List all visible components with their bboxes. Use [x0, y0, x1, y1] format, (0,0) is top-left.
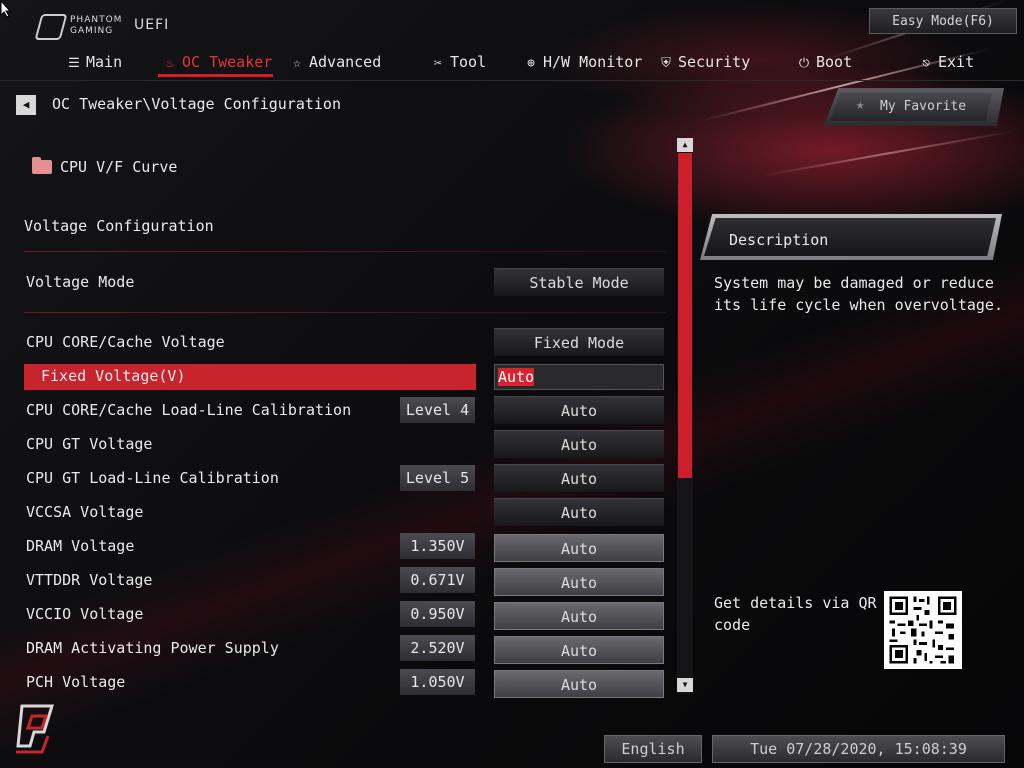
language-button[interactable]: English	[604, 735, 702, 763]
light-streak	[759, 129, 1017, 177]
arrow-up-icon: ▲	[682, 140, 688, 149]
description-text: System may be damaged or reduce its life…	[714, 274, 1003, 314]
setting-label[interactable]: VTTDDR Voltage	[26, 571, 152, 589]
dram-voltage-select[interactable]: Auto	[494, 534, 664, 562]
setting-label[interactable]: DRAM Activating Power Supply	[26, 639, 279, 657]
cpu-gt-llc-select[interactable]: Auto	[494, 464, 664, 492]
vccsa-voltage-select[interactable]: Auto	[494, 498, 664, 526]
pch-voltage-select[interactable]: Auto	[494, 670, 664, 698]
scrollbar-thumb[interactable]	[678, 153, 692, 478]
current-value: 0.950V	[400, 601, 475, 627]
tab-label: Boot	[816, 53, 853, 71]
breadcrumb: OC Tweaker\Voltage Configuration	[52, 95, 341, 113]
description-title: Description	[729, 231, 829, 249]
list-icon: ☰	[68, 56, 80, 71]
tab-oc-tweaker[interactable]: ♨ OC Tweaker	[162, 48, 272, 76]
brand-logo: PHANTOM GAMING UEFI	[34, 12, 170, 40]
tab-boot[interactable]: ⏻ Boot	[796, 48, 852, 76]
current-value: 2.520V	[400, 635, 475, 661]
fixed-voltage-input[interactable]: Auto	[494, 364, 664, 390]
tab-advanced[interactable]: ☆ Advanced	[289, 48, 381, 76]
qr-caption: Get details via QR code	[714, 594, 877, 634]
tab-security[interactable]: ⛨ Security	[658, 48, 750, 76]
arrow-down-icon: ▼	[682, 680, 688, 689]
setting-label-voltage-mode: Voltage Mode	[26, 273, 135, 291]
tab-label: Tool	[450, 53, 487, 71]
tab-hw-monitor[interactable]: ⊕ H/W Monitor	[523, 48, 642, 76]
setting-label[interactable]: CPU GT Load-Line Calibration	[26, 469, 279, 487]
easy-mode-button[interactable]: Easy Mode(F6)	[869, 8, 1017, 34]
brand-logo-icon	[16, 704, 55, 754]
current-value: 1.050V	[400, 669, 475, 695]
tab-label: Main	[86, 53, 123, 71]
tab-label: Advanced	[309, 53, 382, 71]
tab-exit[interactable]: ⎋ Exit	[918, 48, 974, 76]
setting-label[interactable]: VCCIO Voltage	[26, 605, 143, 623]
fixed-voltage-value: Auto	[498, 368, 535, 386]
tools-icon: ✂	[434, 56, 442, 71]
cpu-core-voltage-select[interactable]: Fixed Mode	[494, 328, 664, 356]
current-value: 1.350V	[400, 533, 475, 559]
main-nav: ☰ Main ♨ OC Tweaker ☆ Advanced ✂ Tool ⊕ H/W M…	[0, 48, 1024, 78]
vccio-voltage-select[interactable]: Auto	[494, 602, 664, 630]
folder-icon	[32, 157, 52, 174]
tab-label: H/W Monitor	[543, 53, 643, 71]
qr-code-image	[884, 591, 962, 669]
setting-label[interactable]: DRAM Voltage	[26, 537, 134, 555]
scroll-up-button[interactable]: ▲	[677, 138, 693, 152]
cpu-llc-select[interactable]: Auto	[494, 396, 664, 424]
tab-label: OC Tweaker	[182, 53, 273, 71]
submenu-cpu-vf-curve[interactable]: CPU V/F Curve	[60, 158, 177, 176]
section-title: Voltage Configuration	[24, 217, 214, 235]
datetime-display[interactable]: Tue 07/28/2020, 15:08:39	[712, 735, 1005, 763]
my-favorite-label: My Favorite	[880, 99, 967, 114]
tab-tool[interactable]: ✂ Tool	[430, 48, 486, 76]
current-value: Level 5	[400, 465, 475, 491]
setting-label[interactable]: CPU GT Voltage	[26, 435, 152, 453]
my-favorite-button[interactable]: ★ My Favorite	[824, 88, 1004, 126]
vttddr-voltage-select[interactable]: Auto	[494, 568, 664, 596]
shield-icon: ⛨	[661, 56, 671, 71]
power-icon: ⏻	[798, 56, 810, 71]
tab-label: Security	[678, 53, 751, 71]
cpu-gt-voltage-select[interactable]: Auto	[494, 430, 664, 458]
star-icon: ★	[856, 97, 865, 113]
setting-label[interactable]: Fixed Voltage(V)	[41, 367, 186, 385]
logo-text-phantom: PHANTOM	[70, 15, 123, 25]
scroll-down-button[interactable]: ▼	[677, 678, 693, 692]
back-arrow-icon: ◀	[22, 98, 30, 111]
current-value: 0.671V	[400, 567, 475, 593]
section-divider	[24, 251, 666, 252]
crosshair-icon: ⊕	[527, 56, 535, 71]
logo-text-uefi: UEFI	[134, 17, 170, 33]
dram-activating-power-select[interactable]: Auto	[494, 636, 664, 664]
logo-text-gaming: GAMING	[70, 26, 114, 36]
setting-label[interactable]: VCCSA Voltage	[26, 503, 143, 521]
active-tab-indicator	[158, 74, 273, 77]
setting-label[interactable]: CPU CORE/Cache Load-Line Calibration	[26, 401, 351, 419]
logo-mark-icon	[34, 14, 68, 40]
back-button[interactable]: ◀	[16, 95, 36, 115]
nav-divider	[0, 80, 1024, 81]
current-value: Level 4	[400, 397, 475, 423]
setting-label[interactable]: CPU CORE/Cache Voltage	[26, 333, 225, 351]
section-divider	[24, 312, 666, 313]
mouse-cursor-icon	[0, 0, 12, 18]
tab-label: Exit	[938, 53, 975, 71]
description-header: Description	[700, 214, 1002, 260]
tab-main[interactable]: ☰ Main	[66, 48, 122, 76]
voltage-mode-select[interactable]: Stable Mode	[494, 268, 664, 296]
exit-icon: ⎋	[922, 56, 930, 71]
star-icon: ☆	[293, 56, 301, 71]
setting-label[interactable]: PCH Voltage	[26, 673, 125, 691]
